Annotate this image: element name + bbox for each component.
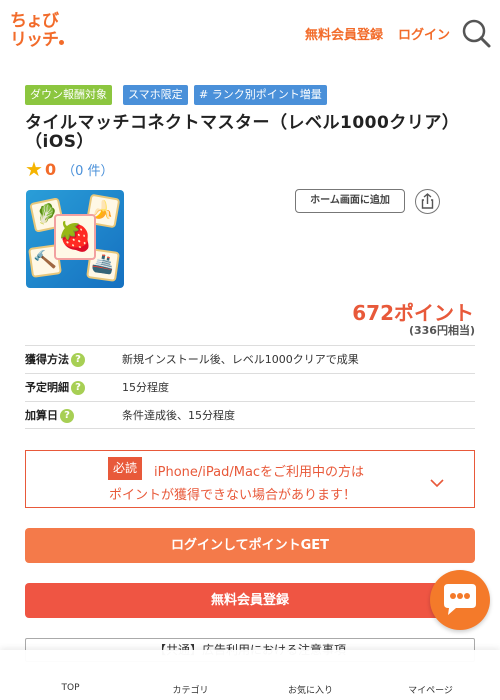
- bottom-nav-category[interactable]: カテゴリ: [128, 650, 253, 700]
- ios-notice-accordion[interactable]: 必読 iPhone/iPad/Macをご利用中の方は ポイントが獲得できない場合…: [25, 450, 475, 508]
- notice-text-line2: ポイントが獲得できない場合があります！: [109, 488, 357, 503]
- free-register-button[interactable]: 無料会員登録: [25, 583, 475, 618]
- login-link[interactable]: ログイン: [398, 24, 450, 43]
- info-label-credit-date: 加算日: [25, 409, 58, 422]
- info-row-credit-date: 加算日? 条件達成後、15分程度: [25, 401, 475, 429]
- info-label-method: 獲得方法: [25, 353, 69, 366]
- help-icon[interactable]: ?: [71, 381, 85, 395]
- app-icon: 🥬 🍌 🔨 🚢 🍓: [26, 190, 124, 288]
- bottom-nav-mypage[interactable]: マイページ: [368, 650, 493, 700]
- share-icon[interactable]: [415, 189, 440, 214]
- home-icon: [58, 658, 82, 680]
- info-row-method: 獲得方法? 新規インストール後、レベル1000クリアで成果: [25, 345, 475, 373]
- help-icon[interactable]: ?: [71, 353, 85, 367]
- add-to-home-button[interactable]: ホーム画面に追加: [295, 189, 405, 213]
- rating-count[interactable]: （0 件）: [62, 160, 113, 179]
- bottom-nav-favorites[interactable]: お気に入り: [248, 650, 373, 700]
- chevron-down-icon: [430, 473, 444, 488]
- info-value-method: 新規インストール後、レベル1000クリアで成果: [122, 353, 359, 366]
- badge-rank-bonus[interactable]: # ランク別ポイント増量: [194, 85, 327, 105]
- help-icon[interactable]: ?: [60, 409, 74, 423]
- info-value-credit-date: 条件達成後、15分程度: [122, 409, 235, 422]
- info-label-schedule: 予定明細: [25, 381, 69, 394]
- category-icon: [178, 658, 202, 680]
- logo-line2: リッチ: [10, 31, 70, 50]
- chat-icon[interactable]: [430, 570, 490, 630]
- bottom-nav-label: TOP: [61, 683, 80, 693]
- search-icon[interactable]: [460, 17, 492, 49]
- site-header: ちょび リッチ 無料会員登録 ログイン: [0, 0, 500, 66]
- login-get-points-button[interactable]: ログインしてポイントGET: [25, 528, 475, 563]
- offer-rating: ★ 0 （0 件）: [25, 158, 114, 180]
- badge-download-reward: ダウン報酬対象: [25, 85, 112, 105]
- register-link[interactable]: 無料会員登録: [305, 24, 383, 43]
- bottom-nav-label: カテゴリ: [172, 686, 209, 696]
- rating-value: 0: [44, 159, 57, 179]
- bottom-navigation: TOP カテゴリ お気に入り マイページ: [0, 650, 500, 700]
- chobirich-logo[interactable]: ちょび リッチ: [10, 12, 70, 54]
- user-icon: [418, 658, 442, 680]
- heart-icon: [298, 658, 322, 680]
- must-read-badge: 必読: [108, 457, 143, 480]
- info-row-schedule: 予定明細? 15分程度: [25, 373, 475, 401]
- bottom-nav-label: マイページ: [408, 686, 453, 696]
- badge-smartphone-only: スマホ限定: [123, 85, 188, 105]
- info-value-schedule: 15分程度: [122, 381, 169, 394]
- star-icon: ★: [25, 157, 43, 181]
- yen-equivalent: (336円相当): [408, 324, 475, 337]
- logo-line1: ちょび: [10, 11, 59, 31]
- notice-text-line1: iPhone/iPad/Macをご利用中の方は: [154, 465, 365, 480]
- bottom-nav-top[interactable]: TOP: [8, 650, 133, 700]
- bottom-nav-label: お気に入り: [287, 686, 333, 696]
- info-table: 獲得方法? 新規インストール後、レベル1000クリアで成果 予定明細? 15分程…: [25, 345, 475, 429]
- offer-title: タイルマッチコネクトマスター（レベル1000クリア）（iOS）: [25, 113, 460, 152]
